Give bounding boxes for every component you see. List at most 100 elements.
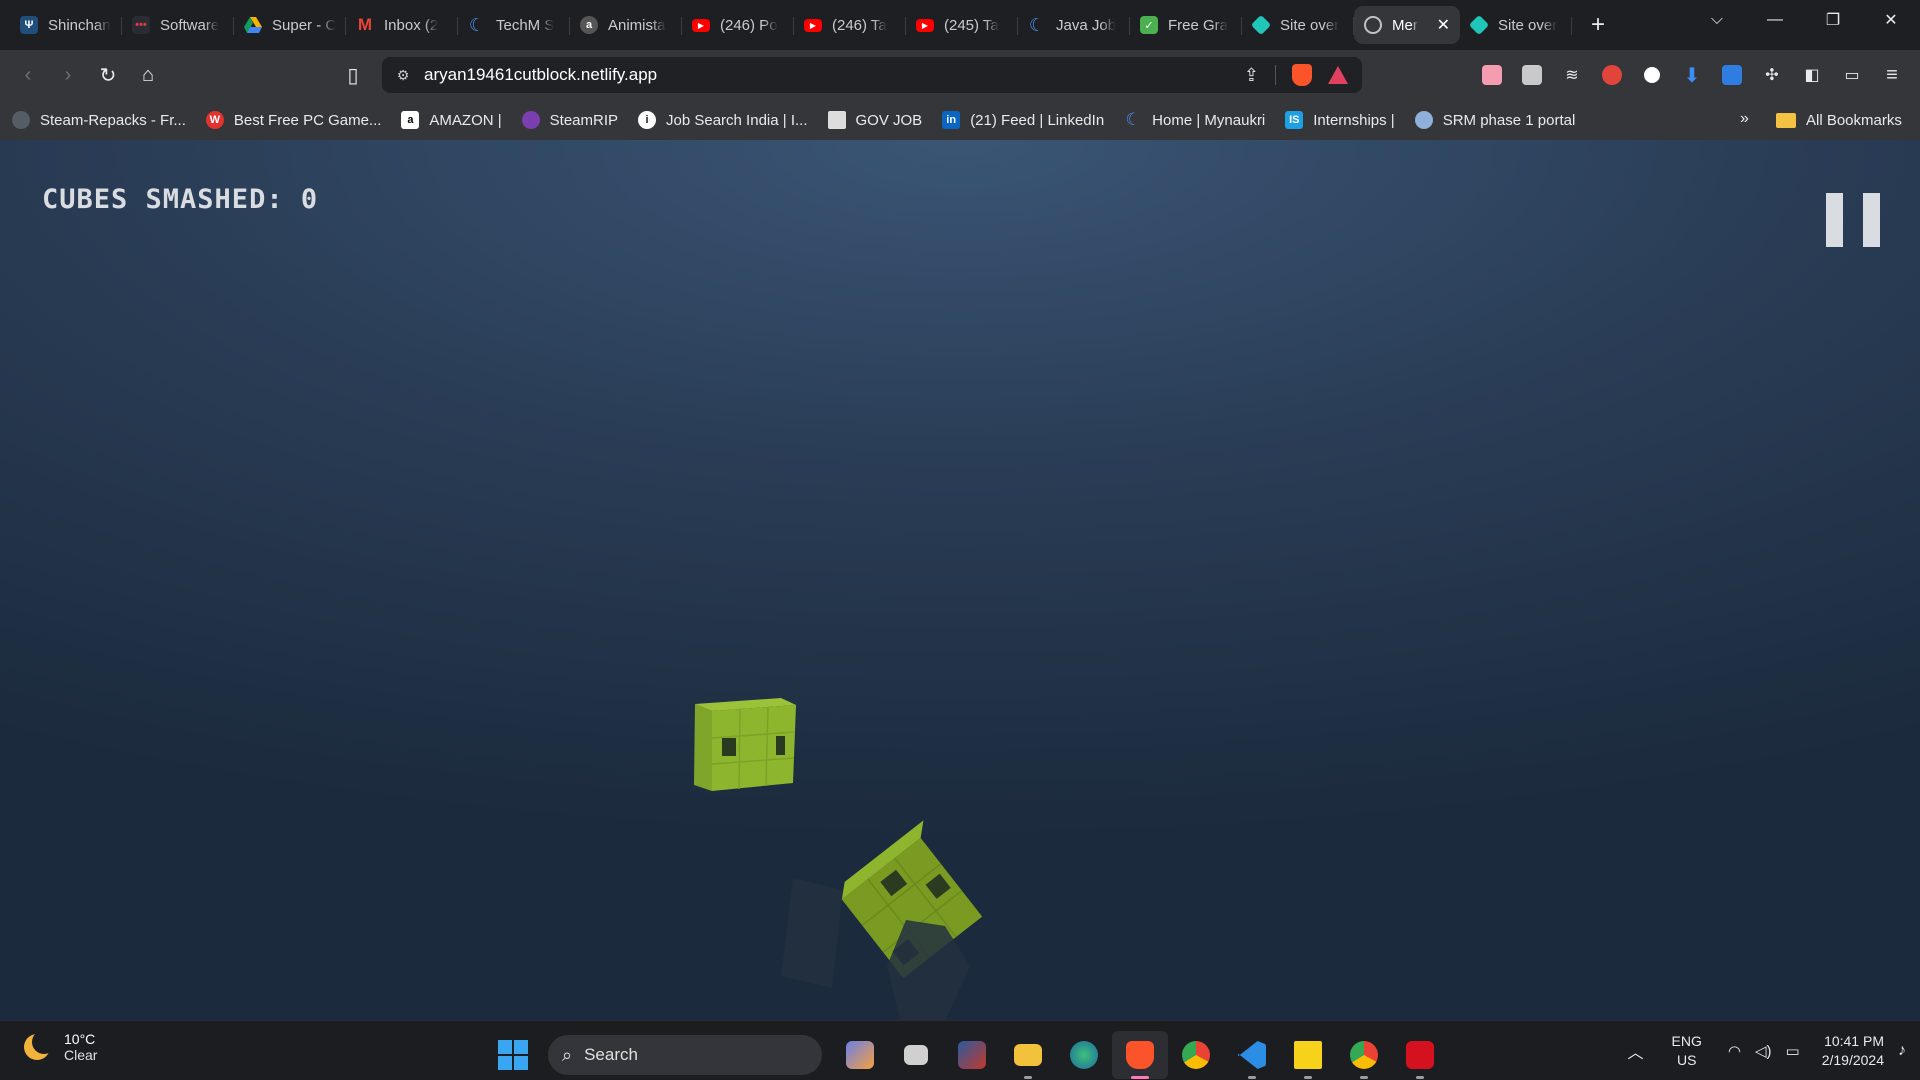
bookmark-item[interactable]: W Best Free PC Game...	[205, 111, 381, 129]
steamrip-icon	[521, 111, 540, 129]
notification-bell-icon[interactable]: ♪	[1898, 1042, 1906, 1060]
tab-list: Ψ Shinchan ••• Software Super - C M Inbox (…	[0, 0, 1572, 50]
bookmark-item[interactable]: ☾ Home | Mynaukri	[1124, 110, 1266, 129]
netlify-icon	[1468, 14, 1490, 36]
task-view-icon[interactable]	[888, 1031, 944, 1079]
new-tab-button[interactable]: +	[1578, 6, 1618, 44]
cube[interactable]	[694, 698, 796, 791]
restore-icon[interactable]: ❐	[1804, 0, 1862, 40]
tab[interactable]: ✓ Free Gra	[1130, 6, 1242, 44]
tab-active[interactable]: Mer ✕	[1354, 6, 1460, 44]
moon-icon	[24, 1030, 56, 1060]
amazon-icon: a	[401, 111, 420, 129]
predator-icon: Ψ	[20, 16, 38, 34]
youtube-icon: ▶	[804, 18, 822, 32]
tab[interactable]: ☾ Java Job	[1018, 6, 1130, 44]
clock[interactable]: 10:41 PM 2/19/2024	[1822, 1032, 1884, 1070]
brave-shields-icon[interactable]	[1292, 64, 1312, 86]
url-text[interactable]: aryan19461cutblock.netlify.app	[424, 65, 1244, 85]
vscode-icon[interactable]	[1224, 1031, 1280, 1079]
bookmark-item[interactable]: IS Internships |	[1285, 111, 1395, 129]
extension-r-icon[interactable]	[1592, 58, 1632, 92]
naukri-icon: ☾	[1125, 110, 1141, 129]
language-indicator[interactable]: ENG US	[1672, 1032, 1702, 1070]
tab[interactable]: ••• Software	[122, 6, 234, 44]
idm-icon[interactable]	[1712, 58, 1752, 92]
share-icon[interactable]: ⇪	[1244, 65, 1259, 86]
internshala-icon: IS	[1285, 111, 1304, 129]
tab[interactable]: Ψ Shinchan	[10, 6, 122, 44]
close-icon[interactable]: ✕	[1437, 15, 1450, 35]
temperature: 10°C	[64, 1031, 96, 1047]
windows-start-icon[interactable]	[498, 1040, 528, 1070]
reload-icon[interactable]: ↻	[88, 55, 128, 95]
extension-gray-icon[interactable]	[1512, 58, 1552, 92]
bookmark-icon[interactable]: ▯	[333, 55, 373, 95]
bookmark-item[interactable]: a AMAZON |	[401, 111, 502, 129]
brave-rewards-icon[interactable]	[1328, 66, 1348, 84]
back-icon[interactable]: ‹	[8, 55, 48, 95]
info-icon: i	[638, 111, 657, 129]
menu-icon[interactable]: ≡	[1872, 58, 1912, 92]
tab[interactable]: Site over	[1460, 6, 1572, 44]
browser-toolbar: ‹ › ↻ ⌂ ▯ ⚙ aryan19461cutblock.netlify.a…	[0, 50, 1920, 100]
game-canvas[interactable]: CUBES SMASHED: 0	[0, 140, 1920, 1020]
chevron-up-icon[interactable]: ︿	[1628, 1039, 1644, 1063]
network-app-icon[interactable]	[1056, 1031, 1112, 1079]
bookmarks-overflow-icon[interactable]: »	[1740, 110, 1749, 128]
extension-wave-icon[interactable]: ≋	[1552, 58, 1592, 92]
check-icon: ✓	[1140, 16, 1158, 34]
running-indicator	[1304, 1076, 1312, 1079]
linkedin-icon: in	[942, 111, 961, 129]
minimize-icon[interactable]: —	[1746, 0, 1804, 40]
tab[interactable]: Super - C	[234, 6, 346, 44]
file-explorer-icon[interactable]	[1000, 1031, 1056, 1079]
close-window-icon[interactable]: ✕	[1862, 0, 1920, 40]
all-bookmarks-button[interactable]: All Bookmarks	[1776, 100, 1902, 140]
site-info-icon[interactable]: ⚙	[382, 67, 424, 84]
bookmark-item[interactable]: SteamRIP	[521, 111, 618, 129]
running-indicator	[1360, 1076, 1368, 1079]
bookmark-item[interactable]: GOV JOB	[827, 111, 922, 129]
wallet-icon[interactable]: ▭	[1832, 58, 1872, 92]
tab[interactable]: ▶ (246) Po	[682, 6, 794, 44]
tab-search-chevron-icon[interactable]: ⌵	[1688, 0, 1746, 40]
tab[interactable]: ☾ TechM S	[458, 6, 570, 44]
copilot-icon[interactable]	[832, 1031, 888, 1079]
home-icon[interactable]: ⌂	[128, 55, 168, 95]
tab[interactable]: Site over	[1242, 6, 1354, 44]
acrobat-icon[interactable]	[1392, 1031, 1448, 1079]
chrome-profile-icon[interactable]	[1336, 1031, 1392, 1079]
sticky-notes-icon[interactable]	[1280, 1031, 1336, 1079]
brave-icon[interactable]	[1112, 1031, 1168, 1079]
address-bar[interactable]: ⚙ aryan19461cutblock.netlify.app ⇪	[382, 57, 1362, 93]
bookmark-item[interactable]: SRM phase 1 portal	[1414, 111, 1575, 129]
download-icon[interactable]: ⬇	[1672, 58, 1712, 92]
forward-icon[interactable]: ›	[48, 55, 88, 95]
extension-pink-icon[interactable]	[1472, 58, 1512, 92]
bookmark-item[interactable]: i Job Search India | I...	[638, 111, 808, 129]
tab[interactable]: ▶ (246) Ta	[794, 6, 906, 44]
system-icons[interactable]: ◠ ◁) ▭	[1728, 1042, 1800, 1060]
game-app-icon[interactable]	[944, 1031, 1000, 1079]
running-indicator	[1024, 1076, 1032, 1079]
animista-icon: a	[580, 16, 598, 34]
divider	[1275, 65, 1276, 85]
extensions-puzzle-icon[interactable]: ✣	[1752, 58, 1792, 92]
tab[interactable]: M Inbox (2	[346, 6, 458, 44]
taskbar-search[interactable]: ⌕ Search	[548, 1035, 822, 1075]
extension-dark-icon[interactable]	[1632, 58, 1672, 92]
weather-condition: Clear	[64, 1047, 98, 1063]
tab[interactable]: a Animista	[570, 6, 682, 44]
chrome-icon[interactable]	[1168, 1031, 1224, 1079]
bookmark-item[interactable]: Steam-Repacks - Fr...	[12, 111, 186, 129]
search-icon: ⌕	[562, 1044, 573, 1065]
running-indicator	[1416, 1076, 1424, 1079]
sidebar-icon[interactable]: ◧	[1792, 58, 1832, 92]
bookmark-item[interactable]: in (21) Feed | LinkedIn	[942, 111, 1104, 129]
naukri-icon: ☾	[1028, 14, 1046, 35]
weather-widget[interactable]: 10°C Clear	[24, 1030, 98, 1063]
window-controls: ⌵ — ❐ ✕	[1688, 0, 1920, 40]
tab[interactable]: ▶ (245) Ta	[906, 6, 1018, 44]
extension-icons: ≋ ⬇ ✣ ◧ ▭ ≡	[1472, 58, 1912, 92]
